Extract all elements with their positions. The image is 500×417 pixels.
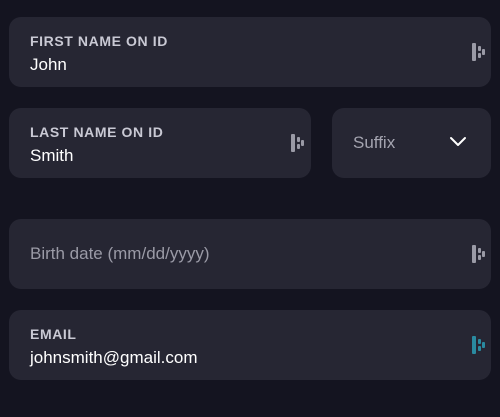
password-manager-icon[interactable] xyxy=(291,134,305,152)
email-label: EMAIL xyxy=(30,326,77,342)
last-name-value: Smith xyxy=(30,146,74,165)
password-manager-icon[interactable] xyxy=(472,43,486,61)
password-manager-icon[interactable] xyxy=(472,336,486,354)
birth-date-placeholder: Birth date (mm/dd/yyyy) xyxy=(30,244,210,263)
chevron-down-icon xyxy=(449,134,467,148)
birth-date-field[interactable]: Birth date (mm/dd/yyyy) xyxy=(9,219,491,289)
email-value: johnsmith@gmail.com xyxy=(30,348,198,367)
last-name-label: LAST NAME ON ID xyxy=(30,124,164,140)
suffix-select[interactable]: Suffix xyxy=(332,108,491,178)
first-name-label: FIRST NAME ON ID xyxy=(30,33,168,49)
last-name-field[interactable]: LAST NAME ON ID Smith xyxy=(9,108,311,178)
password-manager-icon[interactable] xyxy=(472,245,486,263)
first-name-field[interactable]: FIRST NAME ON ID John xyxy=(9,17,491,87)
suffix-selected-value: Suffix xyxy=(353,133,396,152)
first-name-value: John xyxy=(30,55,67,74)
email-field[interactable]: EMAIL johnsmith@gmail.com xyxy=(9,310,491,380)
